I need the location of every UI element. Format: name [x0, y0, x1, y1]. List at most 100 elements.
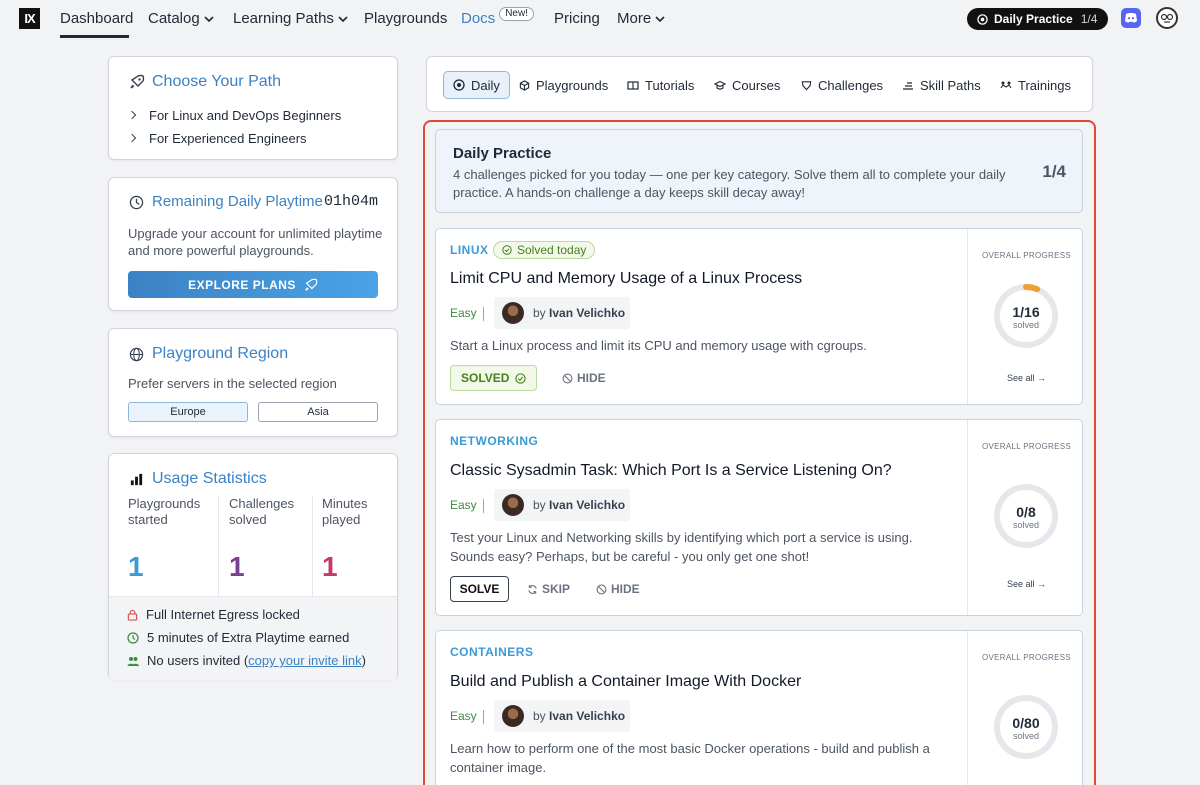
see-all-link[interactable]: See all →	[968, 373, 1082, 383]
author-prefix: by	[533, 306, 546, 320]
challenge-title[interactable]: Classic Sysadmin Task: Which Port Is a S…	[450, 462, 892, 480]
hide-button[interactable]: HIDE	[596, 576, 640, 602]
progress-sub: solved	[1012, 731, 1039, 741]
author-name: Ivan Velichko	[549, 306, 626, 320]
choose-path-title: Choose Your Path	[152, 73, 281, 90]
daily-practice-title: Daily Practice	[453, 145, 552, 162]
divider	[312, 496, 313, 596]
author-avatar	[502, 705, 524, 727]
target-icon	[453, 79, 465, 91]
tab-tutorials[interactable]: Tutorials	[627, 71, 694, 99]
region-title: Playground Region	[152, 345, 289, 362]
challenge-title[interactable]: Limit CPU and Memory Usage of a Linux Pr…	[450, 270, 802, 288]
extra-playtime-text: 5 minutes of Extra Playtime earned	[147, 630, 350, 645]
graduation-cap-icon	[714, 80, 726, 90]
challenge-category[interactable]: CONTAINERS	[450, 645, 533, 659]
skip-button-label: SKIP	[542, 582, 571, 596]
challenge-author[interactable]: by Ivan Velichko	[494, 700, 630, 732]
tab-trainings-label: Trainings	[1018, 77, 1071, 93]
progress-sub: solved	[1012, 520, 1039, 530]
tab-challenges[interactable]: Challenges	[801, 71, 883, 99]
overall-progress-label: OVERALL PROGRESS	[982, 251, 1071, 260]
explore-plans-label: EXPLORE PLANS	[188, 277, 296, 292]
challenge-description: Learn how to perform one of the most bas…	[450, 741, 930, 775]
challenge-category[interactable]: LINUX	[450, 243, 489, 257]
user-avatar[interactable]	[1156, 7, 1178, 29]
challenge-main: NETWORKING Classic Sysadmin Task: Which …	[436, 420, 967, 615]
invites-status-text: No users invited (copy your invite link)	[147, 653, 366, 668]
progress-fraction: 0/8	[1016, 504, 1036, 520]
nav-catalog[interactable]: Catalog	[148, 10, 214, 27]
tab-trainings[interactable]: Trainings	[1000, 71, 1071, 99]
author-name: Ivan Velichko	[549, 709, 626, 723]
progress-ring: 0/80 solved	[992, 693, 1060, 761]
rocket-icon	[305, 278, 318, 291]
chevron-down-icon	[204, 15, 214, 22]
hide-button[interactable]: HIDE	[562, 365, 606, 391]
tab-tutorials-label: Tutorials	[645, 77, 695, 93]
path-item-experienced[interactable]: For Experienced Engineers	[149, 131, 307, 146]
author-name: Ivan Velichko	[549, 498, 626, 512]
region-option-europe[interactable]: Europe	[128, 402, 248, 422]
tab-daily[interactable]: Daily	[443, 71, 510, 99]
region-card: Playground Region Prefer servers in the …	[108, 328, 398, 437]
challenge-main: LINUX Solved today Limit CPU and Memory …	[436, 229, 967, 404]
stat-label: Challenges	[229, 496, 295, 511]
nav-pricing-label: Pricing	[554, 10, 600, 27]
solve-button[interactable]: SOLVE	[450, 576, 509, 602]
discord-icon[interactable]	[1121, 8, 1141, 28]
book-icon	[627, 80, 639, 90]
tab-skill-paths[interactable]: Skill Paths	[902, 71, 981, 99]
nav-dashboard[interactable]: Dashboard	[60, 10, 133, 27]
challenge-author[interactable]: by Ivan Velichko	[494, 489, 630, 521]
invites-text-prefix: No users invited (	[147, 653, 249, 668]
daily-practice-pill-label: Daily Practice	[994, 12, 1073, 26]
solved-today-label: Solved today	[517, 243, 587, 257]
nav-docs[interactable]: Docs New!	[461, 6, 534, 27]
overall-progress-label: OVERALL PROGRESS	[982, 653, 1071, 662]
nav-playgrounds[interactable]: Playgrounds	[364, 10, 447, 27]
challenge-difficulty: Easy	[450, 306, 477, 320]
rocket-icon	[130, 74, 145, 89]
divider	[483, 710, 484, 724]
challenge-author[interactable]: by Ivan Velichko	[494, 297, 630, 329]
challenge-title[interactable]: Build and Publish a Container Image With…	[450, 673, 801, 691]
stat-playgrounds: Playgrounds started 1	[128, 496, 200, 596]
explore-plans-button[interactable]: EXPLORE PLANS	[128, 271, 378, 298]
skip-button[interactable]: SKIP	[527, 576, 570, 602]
tab-courses[interactable]: Courses	[714, 71, 780, 99]
region-option-asia[interactable]: Asia	[258, 402, 378, 422]
chevron-right-icon	[127, 110, 137, 120]
check-circle-icon	[502, 245, 512, 255]
progress-ring: 1/16 solved	[992, 282, 1060, 350]
stat-label: Minutes	[322, 496, 368, 511]
path-item-beginners[interactable]: For Linux and DevOps Beginners	[149, 108, 341, 123]
nav-pricing[interactable]: Pricing	[554, 10, 600, 27]
logo[interactable]: IX	[19, 8, 40, 29]
nav-learning-paths-label: Learning Paths	[233, 10, 334, 27]
stat-label: started	[128, 512, 168, 527]
solved-button[interactable]: SOLVED	[450, 365, 538, 391]
choose-path-card: Choose Your Path For Linux and DevOps Be…	[108, 56, 398, 160]
challenge-card: NETWORKING Classic Sysadmin Task: Which …	[435, 419, 1083, 616]
copy-invite-link[interactable]: copy your invite link	[248, 653, 361, 668]
ban-icon	[562, 373, 573, 383]
challenge-category[interactable]: NETWORKING	[450, 434, 538, 448]
challenge-difficulty: Easy	[450, 498, 477, 512]
nav-dashboard-label: Dashboard	[60, 10, 134, 27]
see-all-link[interactable]: See all →	[968, 579, 1082, 589]
refresh-icon	[528, 584, 537, 594]
nav-more[interactable]: More	[617, 10, 665, 27]
stat-value: 1	[322, 551, 338, 582]
divider	[483, 499, 484, 513]
nav-catalog-label: Catalog	[148, 10, 200, 27]
nav-more-label: More	[617, 10, 652, 27]
author-prefix: by	[533, 498, 546, 512]
nav-docs-label: Docs	[461, 10, 496, 27]
daily-practice-header: Daily Practice 4 challenges picked for y…	[435, 129, 1083, 213]
overall-progress-label: OVERALL PROGRESS	[982, 442, 1071, 451]
nav-learning-paths[interactable]: Learning Paths	[233, 10, 348, 27]
daily-practice-pill[interactable]: Daily Practice 1/4	[967, 8, 1108, 30]
tab-playgrounds[interactable]: Playgrounds	[519, 71, 608, 99]
catalog-tabs: Daily Playgrounds Tutorials Courses Chal…	[426, 56, 1093, 112]
